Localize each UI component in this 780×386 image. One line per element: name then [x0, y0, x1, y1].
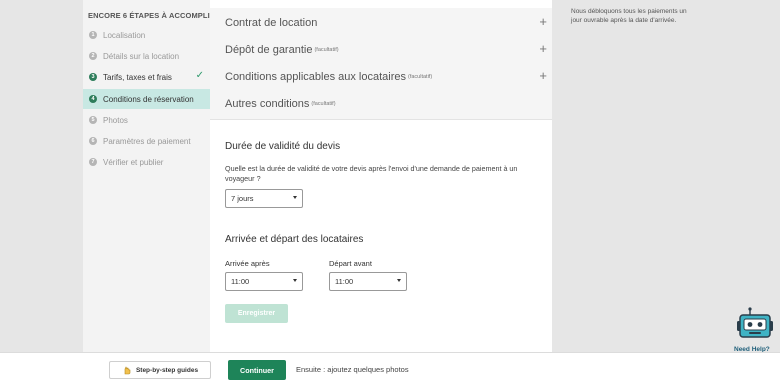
bottom-bar: Step-by-step guides Continuer Ensuite : … [0, 352, 780, 386]
sidebar-step-label: Détails sur la location [103, 51, 180, 61]
steps-remaining-header: ENCORE 6 ÉTAPES À ACCOMPLIR [88, 11, 216, 20]
sidebar-step-details[interactable]: 2 Détails sur la location [83, 46, 210, 66]
arrival-time-select[interactable]: 11:00 [225, 272, 303, 291]
section-title: Conditions applicables aux locataires [225, 71, 406, 83]
step-by-step-guides-button[interactable]: Step-by-step guides [109, 361, 211, 379]
optional-tag: (facultatif) [314, 47, 339, 53]
step-number: 1 [89, 31, 97, 39]
sidebar-step-localisation[interactable]: 1 Localisation [83, 25, 210, 45]
optional-tag: (facultatif) [311, 101, 336, 107]
dropdown-arrow-icon [293, 196, 297, 199]
quote-validity-title: Durée de validité du devis [225, 141, 341, 152]
step-number: 6 [89, 137, 97, 145]
hand-icon [124, 366, 131, 375]
section-title: Contrat de location [225, 17, 318, 29]
expand-plus-icon[interactable]: + [539, 68, 547, 83]
section-title: Autres conditions [225, 98, 310, 110]
departure-time-select[interactable]: 11:00 [329, 272, 407, 291]
sidebar-step-label: Tarifs, taxes et frais [103, 72, 172, 82]
quote-validity-select[interactable]: 7 jours [225, 189, 303, 208]
checkmark-icon: ✓ [195, 70, 204, 81]
selected-value: 7 jours [231, 194, 254, 203]
dropdown-arrow-icon [397, 279, 401, 282]
sidebar-step-label: Vérifier et publier [103, 157, 164, 167]
step-number: 5 [89, 116, 97, 124]
save-button[interactable]: Enregistrer [225, 304, 288, 323]
selected-value: 11:00 [335, 277, 354, 286]
sidebar-step-label: Paramètres de paiement [103, 136, 191, 146]
step-number: 7 [89, 158, 97, 166]
guide-button-label: Step-by-step guides [135, 366, 199, 374]
sidebar-step-review-publish[interactable]: 7 Vérifier et publier [83, 152, 210, 172]
dropdown-arrow-icon [293, 279, 297, 282]
arrival-label: Arrivée après [225, 259, 270, 268]
section-title: Dépôt de garantie [225, 44, 313, 56]
payment-tip: Nous débloquons tous les paiements un jo… [571, 8, 687, 24]
sidebar-step-photos[interactable]: 5 Photos [83, 110, 210, 130]
optional-tag: (facultatif) [408, 74, 433, 80]
sidebar-step-rates[interactable]: 3 Tarifs, taxes et frais ✓ [83, 67, 210, 87]
next-step-text: Ensuite : ajoutez quelques photos [296, 365, 409, 374]
step-number: 2 [89, 52, 97, 60]
sidebar-step-label: Conditions de réservation [103, 94, 194, 104]
left-gutter [0, 0, 83, 352]
sidebar-step-payment-settings[interactable]: 6 Paramètres de paiement [83, 131, 210, 151]
continue-button[interactable]: Continuer [228, 360, 286, 380]
expand-plus-icon[interactable]: + [539, 14, 547, 29]
step-number: 3 [89, 73, 97, 81]
step-number: 4 [89, 95, 97, 103]
selected-value: 11:00 [231, 277, 250, 286]
quote-validity-question: Quelle est la durée de validité de votre… [225, 164, 518, 183]
expand-plus-icon[interactable]: + [539, 41, 547, 56]
departure-label: Départ avant [329, 259, 372, 268]
section-other-conditions[interactable]: Autres conditions (facultatif) [210, 89, 552, 120]
sidebar-step-booking-conditions[interactable]: 4 Conditions de réservation [83, 89, 210, 109]
sidebar-step-label: Localisation [103, 30, 146, 40]
sidebar-step-label: Photos [103, 115, 128, 125]
arrival-departure-title: Arrivée et départ des locataires [225, 234, 364, 245]
